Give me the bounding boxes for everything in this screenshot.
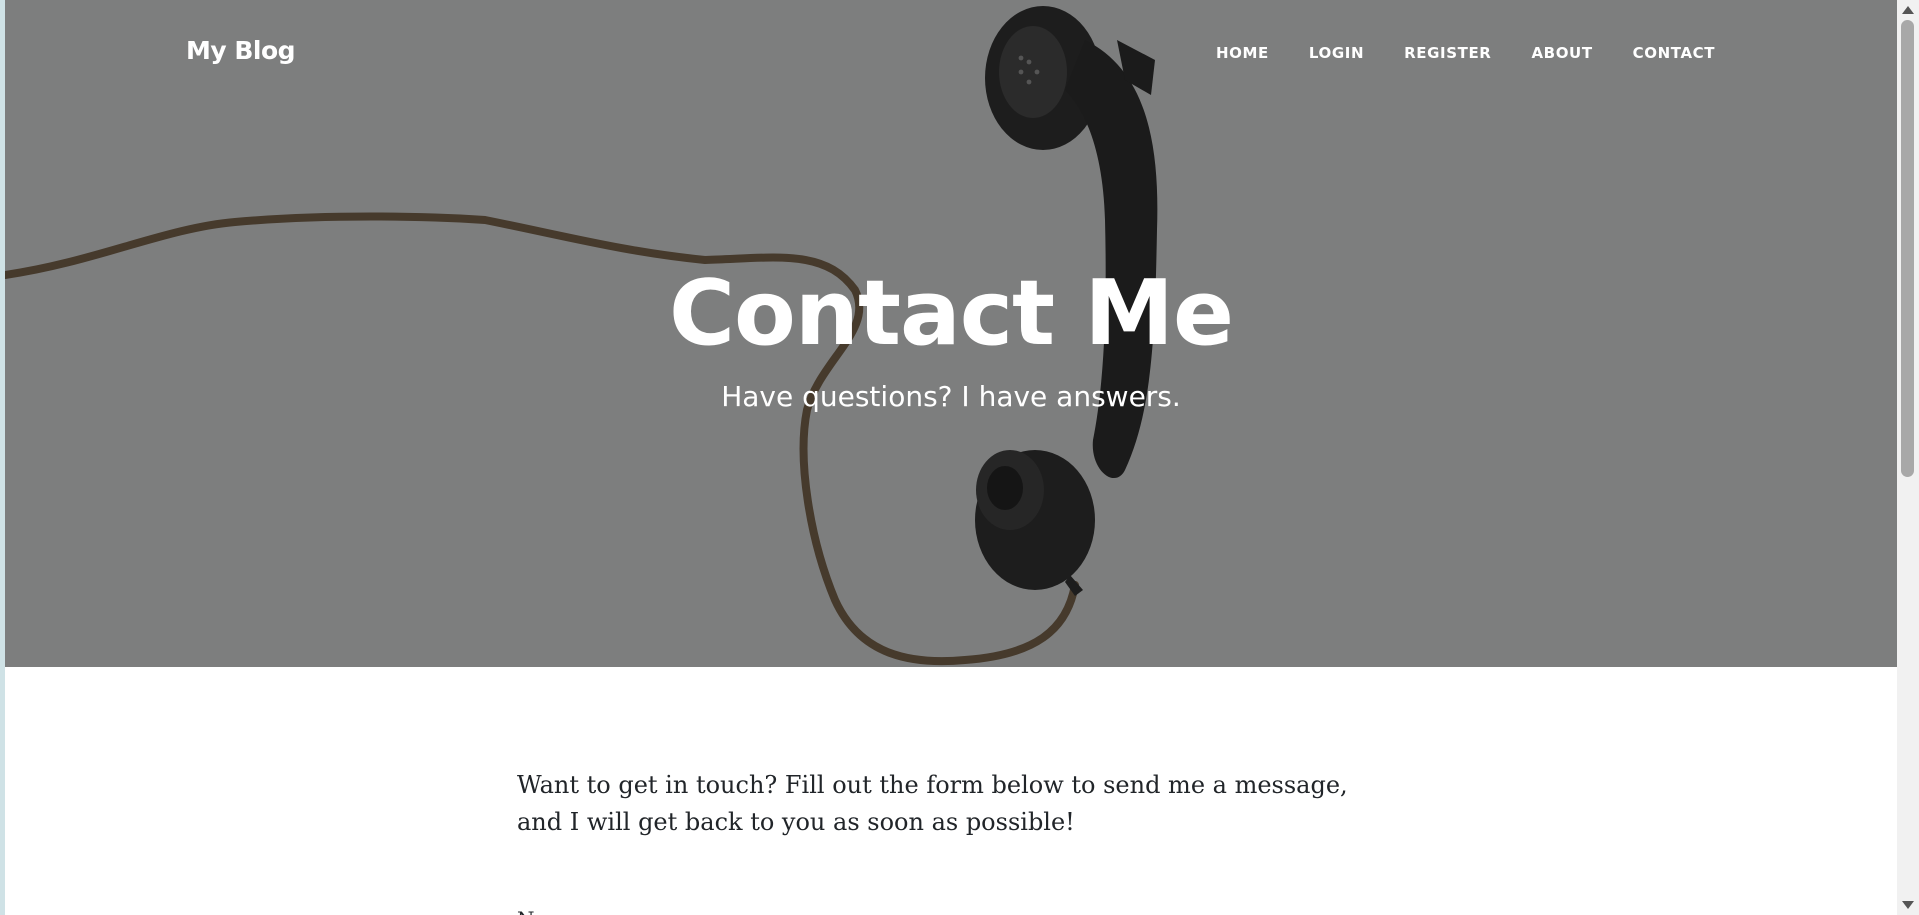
scrollbar-thumb[interactable] xyxy=(1901,20,1914,477)
name-field-label: Name xyxy=(517,907,1397,915)
nav-item-login: LOGIN xyxy=(1309,44,1404,62)
nav-menu: HOME LOGIN REGISTER ABOUT CONTACT xyxy=(1216,44,1755,62)
nav-link-register[interactable]: REGISTER xyxy=(1404,44,1491,62)
hero-heading: Contact Me Have questions? I have answer… xyxy=(5,261,1897,414)
nav-link-about[interactable]: ABOUT xyxy=(1531,44,1592,62)
nav-item-about: ABOUT xyxy=(1531,44,1632,62)
nav-item-contact: CONTACT xyxy=(1633,44,1755,62)
nav-link-contact[interactable]: CONTACT xyxy=(1633,44,1715,62)
scroll-down-arrow-icon[interactable] xyxy=(1902,901,1914,909)
browser-viewport: My Blog HOME LOGIN REGISTER ABOUT CONTAC… xyxy=(5,0,1897,915)
contact-content: Want to get in touch? Fill out the form … xyxy=(517,767,1397,915)
nav-link-home[interactable]: HOME xyxy=(1216,44,1269,62)
vertical-scrollbar[interactable] xyxy=(1897,0,1919,915)
page-title: Contact Me xyxy=(668,261,1234,366)
main-navbar: My Blog HOME LOGIN REGISTER ABOUT CONTAC… xyxy=(5,0,1897,106)
nav-item-register: REGISTER xyxy=(1404,44,1531,62)
page-subtitle: Have questions? I have answers. xyxy=(721,380,1181,413)
nav-item-home: HOME xyxy=(1216,44,1309,62)
brand-link[interactable]: My Blog xyxy=(186,36,296,65)
scroll-up-arrow-icon[interactable] xyxy=(1902,6,1914,14)
page-header-masthead: My Blog HOME LOGIN REGISTER ABOUT CONTAC… xyxy=(5,0,1897,667)
contact-intro-text: Want to get in touch? Fill out the form … xyxy=(517,771,1348,836)
nav-link-login[interactable]: LOGIN xyxy=(1309,44,1364,62)
